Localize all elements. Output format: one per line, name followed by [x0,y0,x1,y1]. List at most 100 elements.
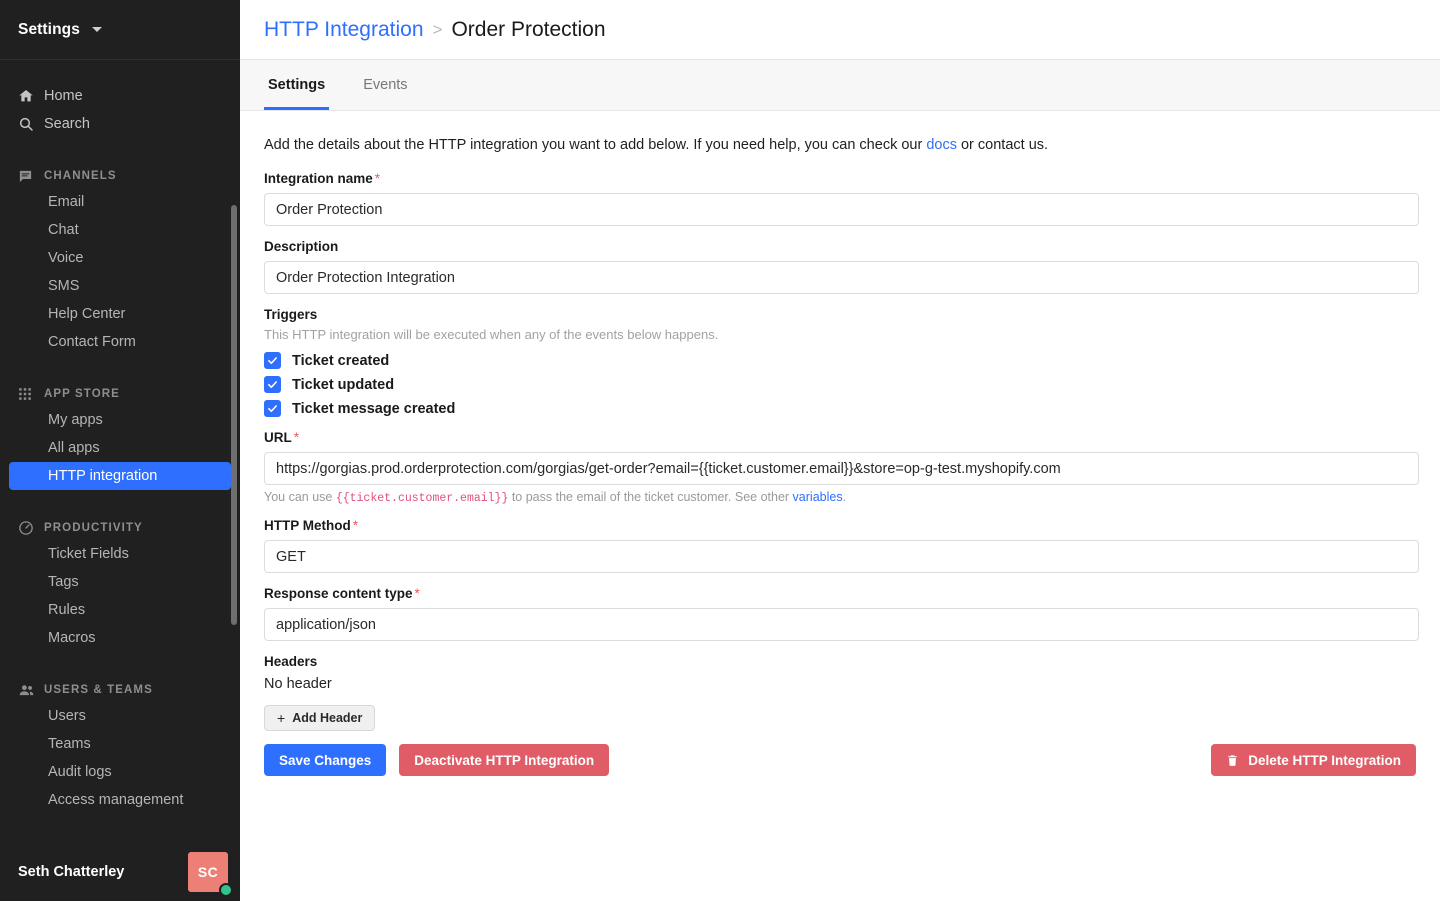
sidebar-group-title: PRODUCTIVITY [44,522,143,534]
intro-text: Add the details about the HTTP integrati… [264,137,1416,153]
sidebar-item-http-integration[interactable]: HTTP integration [9,462,231,490]
url-label: URL * [264,430,1416,445]
required-marker: * [293,430,300,445]
hint-middle: to pass the email of the ticket customer… [508,490,793,504]
plus-icon: + [277,710,286,726]
field-description: Description [264,239,1419,294]
field-response-content-type: Response content type * [264,586,1419,641]
sidebar-group-app-store: APP STORE My apps All apps HTTP integrat… [0,382,240,490]
tab-bar: Settings Events [240,60,1440,111]
breadcrumb-parent-link[interactable]: HTTP Integration [264,18,424,42]
field-integration-name: Integration name * [264,171,1419,226]
sidebar-item-ticket-fields[interactable]: Ticket Fields [9,540,231,568]
triggers-description: This HTTP integration will be executed w… [264,327,719,342]
label-text: Description [264,239,339,254]
sidebar-item-home[interactable]: Home [0,82,240,110]
sidebar-group-users-teams: USERS & TEAMS Users Teams Audit logs Acc… [0,678,240,814]
checkbox-checked-icon[interactable] [264,400,281,417]
sidebar-item-my-apps[interactable]: My apps [9,406,231,434]
breadcrumb: HTTP Integration > Order Protection [240,0,1440,60]
grid-apps-icon [18,387,44,401]
add-header-button[interactable]: + Add Header [264,705,376,731]
trigger-ticket-message-created[interactable]: Ticket message created [264,400,1416,417]
sidebar-item-access-management[interactable]: Access management [9,786,231,814]
sidebar-header[interactable]: Settings [0,0,240,60]
sidebar-item-email[interactable]: Email [9,188,231,216]
required-marker: * [374,171,381,186]
sidebar-item-help-center[interactable]: Help Center [9,300,231,328]
trigger-label: Ticket message created [292,400,456,417]
integration-name-input[interactable] [264,193,1419,226]
sidebar-item-search[interactable]: Search [0,110,240,138]
sidebar-group-title: APP STORE [44,388,120,400]
speedometer-icon [18,520,44,536]
sidebar-header-title: Settings [18,20,80,38]
settings-form: Add the details about the HTTP integrati… [240,111,1440,901]
deactivate-integration-button[interactable]: Deactivate HTTP Integration [399,744,610,776]
response-content-type-input[interactable] [264,608,1419,641]
hint-variable-code: {{ticket.customer.email}} [335,492,509,505]
add-header-label: Add Header [292,711,363,725]
sidebar-item-tags[interactable]: Tags [9,568,231,596]
sidebar-user-footer[interactable]: Seth Chatterley SC [0,843,240,901]
trigger-label: Ticket created [292,352,390,369]
checkbox-checked-icon[interactable] [264,352,281,369]
status-badge-online [219,883,233,897]
intro-text-before: Add the details about the HTTP integrati… [264,137,927,153]
sidebar-item-sms[interactable]: SMS [9,272,231,300]
sidebar-group-productivity: PRODUCTIVITY Ticket Fields Tags Rules Ma… [0,516,240,652]
label-text: HTTP Method [264,518,351,533]
headers-label: Headers [264,654,318,669]
avatar[interactable]: SC [188,852,233,897]
save-changes-button[interactable]: Save Changes [264,744,387,776]
sidebar-item-label: Home [44,88,83,104]
trigger-ticket-created[interactable]: Ticket created [264,352,1416,369]
triggers-label: Triggers [264,307,318,322]
delete-integration-label: Delete HTTP Integration [1248,752,1401,768]
tab-settings[interactable]: Settings [264,60,330,110]
action-bar: Save Changes Deactivate HTTP Integration… [264,744,1416,776]
sidebar-nav: Home Search CHANNELS Email Chat Voice SM… [0,60,240,843]
http-method-input[interactable] [264,540,1419,573]
action-bar-left: Save Changes Deactivate HTTP Integration [264,744,610,776]
response-content-type-label: Response content type * [264,586,1416,601]
chevron-down-icon[interactable] [91,27,102,32]
trigger-ticket-updated[interactable]: Ticket updated [264,376,1416,393]
sidebar-group-header: CHANNELS [0,164,240,188]
tab-events[interactable]: Events [359,60,411,110]
sidebar-item-teams[interactable]: Teams [9,730,231,758]
sidebar-group-title: USERS & TEAMS [44,684,153,696]
field-url: URL* You can use {{ticket.customer.email… [264,430,1419,505]
sidebar-scrollbar-thumb[interactable] [231,205,237,625]
breadcrumb-separator: > [432,19,443,39]
label-text: Integration name [264,171,373,186]
integration-name-label: Integration name * [264,171,1416,186]
sidebar-item-users[interactable]: Users [9,702,231,730]
sidebar-item-audit-logs[interactable]: Audit logs [9,758,231,786]
sidebar-item-label: Search [44,116,90,132]
url-input[interactable] [264,452,1419,485]
delete-integration-button[interactable]: Delete HTTP Integration [1211,744,1416,776]
description-input[interactable] [264,261,1419,294]
chat-bubble-icon [18,169,44,184]
hint-after: . [842,490,847,504]
sidebar-item-all-apps[interactable]: All apps [9,434,231,462]
sidebar-item-contact-form[interactable]: Contact Form [9,328,231,356]
sidebar-item-chat[interactable]: Chat [9,216,231,244]
sidebar-group-header: APP STORE [0,382,240,406]
sidebar-item-voice[interactable]: Voice [9,244,231,272]
people-icon [18,682,44,699]
checkbox-checked-icon[interactable] [264,376,281,393]
variables-link[interactable]: variables [793,490,843,504]
app-root: Settings Home Search CHANNELS Email Chat… [0,0,1440,901]
home-icon [18,88,44,104]
sidebar-group-title: CHANNELS [44,170,117,182]
sidebar-item-macros[interactable]: Macros [9,624,231,652]
docs-link[interactable]: docs [926,137,957,153]
sidebar-item-rules[interactable]: Rules [9,596,231,624]
field-http-method: HTTP Method * [264,518,1419,573]
url-hint: You can use {{ticket.customer.email}} to… [264,490,1416,505]
sidebar-group-header: PRODUCTIVITY [0,516,240,540]
sidebar-group-channels: CHANNELS Email Chat Voice SMS Help Cente… [0,164,240,356]
label-text: Response content type [264,586,413,601]
